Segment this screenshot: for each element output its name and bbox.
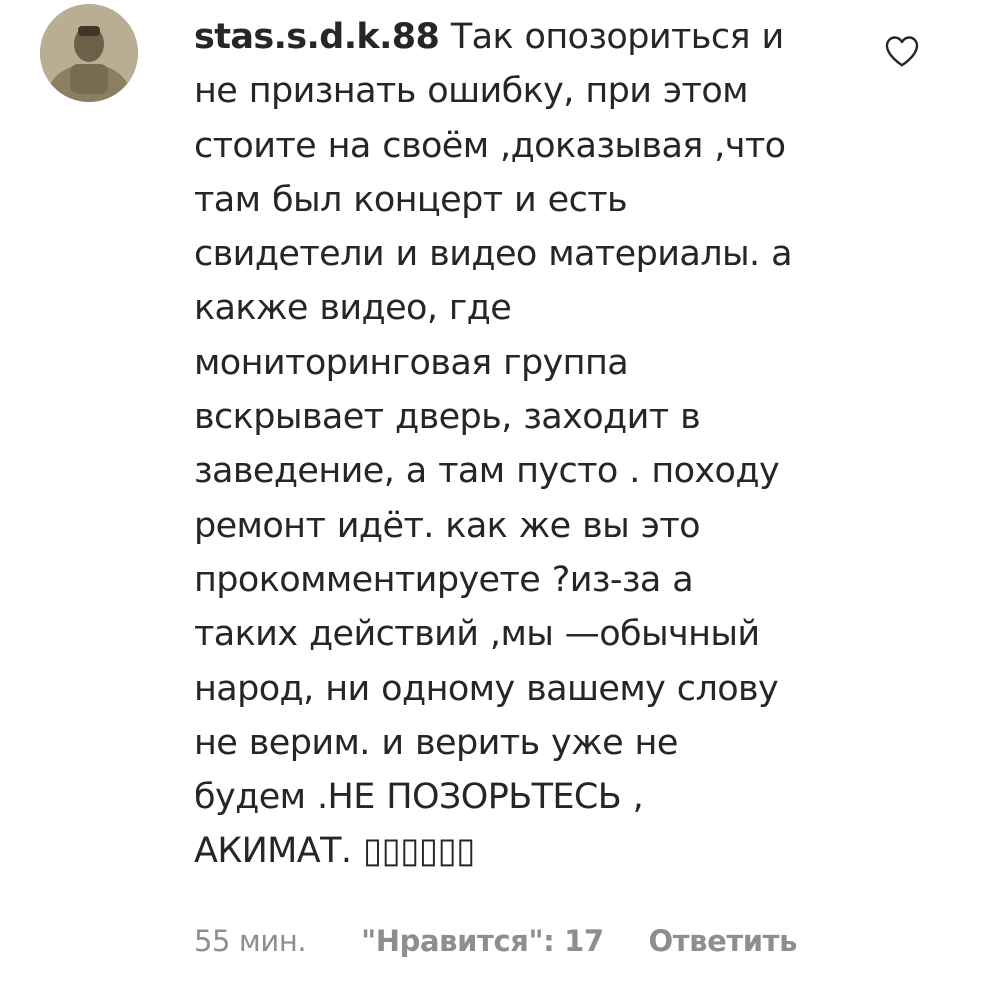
heart-outline-icon <box>885 36 919 67</box>
comment-body: stas.s.d.k.88 Так опозориться и не призн… <box>194 10 844 879</box>
comment-text-line: не признать ошибку, при этом <box>194 71 749 112</box>
reply-button[interactable]: Ответить <box>648 924 797 958</box>
comment-text-line: таких действий ,мы —обычный <box>194 614 760 655</box>
comment-text-line: ремонт идёт. как же вы это <box>194 505 701 546</box>
comment-text-line: стоите на своём ,доказывая ,что <box>194 125 786 166</box>
username-link[interactable]: stas.s.d.k.88 <box>194 17 440 57</box>
comment-text-line: не верим. и верить уже не <box>194 722 678 763</box>
comment-text-line: заведение, а там пусто . походу <box>194 451 780 492</box>
comment-text-line: прокомментируете ?из-за а <box>194 559 694 600</box>
comment-text-line: вскрывает дверь, заходит в <box>194 397 701 438</box>
comment-text-line: какже видео, где <box>194 288 512 329</box>
comment-text-line: там был концерт и есть <box>194 179 628 220</box>
avatar[interactable] <box>40 4 138 102</box>
comment-timestamp[interactable]: 55 мин. <box>194 924 307 958</box>
comment-text-line: народ, ни одному вашему слову <box>194 668 779 709</box>
comment-text-line: свидетели и видео материалы. а <box>194 234 793 275</box>
likes-count[interactable]: "Нравится": 17 <box>361 924 604 958</box>
like-button[interactable] <box>884 34 920 68</box>
comment-first-line: stas.s.d.k.88 Так опозориться и <box>194 10 844 64</box>
comment-text-line: мониторинговая группа <box>194 342 629 383</box>
comment-text-line: будем .НЕ ПОЗОРЬТЕСЬ , <box>194 777 644 818</box>
comment-item: stas.s.d.k.88 Так опозориться и не призн… <box>0 0 1000 982</box>
comment-meta: 55 мин. "Нравится": 17 Ответить <box>194 922 797 970</box>
comment-text-line: Так опозориться и <box>450 17 784 57</box>
comment-text-line: АКИМАТ. ▯▯▯▯▯▯ <box>194 831 476 872</box>
